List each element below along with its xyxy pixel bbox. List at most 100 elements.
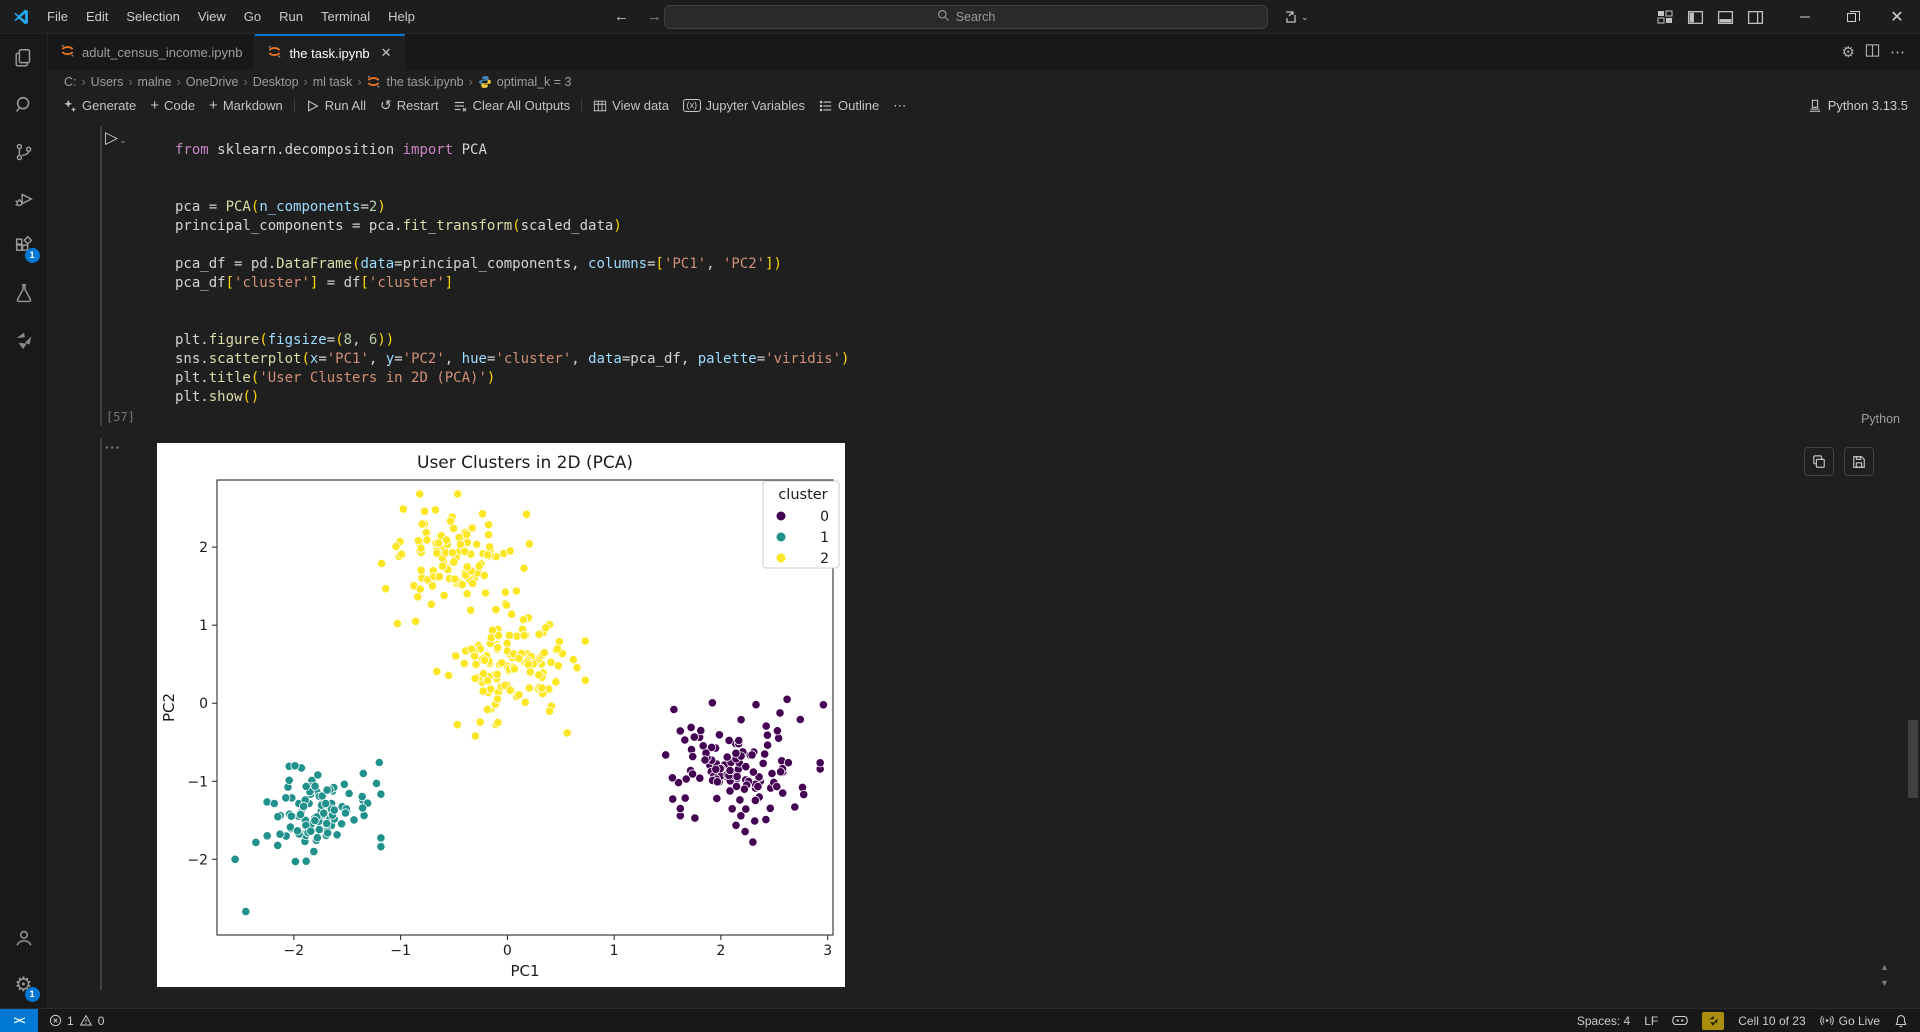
- cell-code-editor[interactable]: from sklearn.decomposition import PCA pc…: [175, 141, 849, 407]
- toolbar-icon: (x): [683, 99, 701, 112]
- toggle-primary-sidebar-icon[interactable]: [1682, 4, 1708, 30]
- code-line: plt.show(): [175, 389, 260, 405]
- toolbar-icon: +: [150, 97, 159, 114]
- toolbar-outline-button[interactable]: Outline: [812, 95, 886, 117]
- toolbar-more-actions-button[interactable]: ⋯: [886, 95, 913, 117]
- run-cell-button[interactable]: ▷ ⌄: [105, 128, 127, 148]
- breadcrumb-item[interactable]: OneDrive: [186, 75, 239, 89]
- search-input[interactable]: Search: [664, 5, 1268, 29]
- close-window-button[interactable]: ✕: [1874, 0, 1920, 34]
- breadcrumb-item[interactable]: the task.ipynb: [366, 74, 464, 89]
- save-output-button[interactable]: [1844, 447, 1874, 476]
- notebook-settings-icon[interactable]: ⚙: [1842, 43, 1855, 61]
- menu-edit[interactable]: Edit: [77, 0, 117, 34]
- vscode-window: File Edit Selection View Go Run Terminal Help ←…: [0, 0, 1920, 1032]
- toolbar-jupyter-variables-button[interactable]: (x) Jupyter Variables: [676, 95, 812, 117]
- toolbar-icon: [453, 99, 468, 113]
- close-tab-icon[interactable]: ✕: [381, 45, 392, 61]
- extensions-icon[interactable]: 1: [0, 222, 48, 269]
- svg-text:User Clusters in 2D (PCA): User Clusters in 2D (PCA): [417, 453, 633, 473]
- remote-indicator[interactable]: ><: [0, 1008, 38, 1032]
- toolbar-generate-button[interactable]: Generate: [56, 95, 143, 117]
- editor-scrollbar[interactable]: [1908, 720, 1918, 798]
- menu-view[interactable]: View: [189, 0, 235, 34]
- scroll-down-icon[interactable]: ▼: [1880, 978, 1889, 988]
- toolbar-run-all-button[interactable]: Run All: [299, 95, 373, 117]
- breadcrumb: C: › Users › malne › OneDrive › Desktop › ml task ›…: [48, 70, 1920, 93]
- toolbar-icon: [593, 99, 607, 113]
- toolbar-code-button[interactable]: + Code: [143, 95, 202, 117]
- menu-selection[interactable]: Selection: [117, 0, 188, 34]
- breadcrumb-item[interactable]: Desktop: [253, 75, 299, 89]
- extension-status-icon[interactable]: [1695, 1009, 1731, 1032]
- breadcrumb-item[interactable]: C:: [64, 75, 77, 89]
- toolbar-icon: [819, 99, 833, 113]
- accounts-icon[interactable]: [0, 914, 48, 961]
- tab-adult-census-income[interactable]: adult_census_income.ipynb: [48, 34, 256, 70]
- go-live-button[interactable]: Go Live: [1813, 1009, 1887, 1032]
- run-debug-icon[interactable]: [0, 175, 48, 222]
- kernel-picker[interactable]: Python 3.13.5: [1808, 93, 1908, 118]
- indentation-indicator[interactable]: Spaces: 4: [1570, 1009, 1637, 1032]
- breadcrumb-item[interactable]: ml task: [313, 75, 353, 89]
- navigate-forward-icon[interactable]: →: [647, 8, 662, 25]
- breadcrumb-item[interactable]: Users: [91, 75, 124, 89]
- svg-text:PC1: PC1: [510, 962, 539, 980]
- navigate-back-icon[interactable]: ←: [614, 8, 629, 25]
- scroll-up-icon[interactable]: ▲: [1880, 962, 1889, 972]
- toolbar-restart-button[interactable]: ↺ Restart: [373, 95, 446, 117]
- svg-text:2: 2: [199, 540, 208, 556]
- output-focus-bar: [100, 438, 102, 990]
- execution-count: [57]: [106, 410, 135, 424]
- copy-output-button[interactable]: [1804, 447, 1834, 476]
- toolbar-separator: [293, 98, 295, 113]
- notifications-bell-icon[interactable]: [1887, 1009, 1920, 1032]
- profile-sync-button[interactable]: ⌄: [1283, 0, 1309, 34]
- toolbar-clear-all-outputs-button[interactable]: Clear All Outputs: [446, 95, 578, 117]
- breadcrumb-separator: ›: [176, 74, 181, 89]
- menu-help[interactable]: Help: [379, 0, 424, 34]
- problems-indicator[interactable]: 1 0: [42, 1009, 111, 1032]
- svg-text:−1: −1: [187, 774, 208, 790]
- breadcrumb-separator: ›: [243, 74, 248, 89]
- cell-language-label[interactable]: Python: [1861, 412, 1900, 426]
- svg-text:0: 0: [503, 943, 512, 959]
- menu-file[interactable]: File: [38, 0, 77, 34]
- customize-layout-icon[interactable]: [1652, 4, 1678, 30]
- breadcrumb-separator: ›: [81, 74, 86, 89]
- toggle-panel-icon[interactable]: [1712, 4, 1738, 30]
- testing-icon[interactable]: [0, 269, 48, 316]
- toolbar-icon: ↺: [379, 97, 392, 113]
- source-control-icon[interactable]: [0, 128, 48, 175]
- breadcrumb-item[interactable]: optimal_k = 3: [478, 75, 572, 89]
- menu-go[interactable]: Go: [235, 0, 270, 34]
- breadcrumb-item[interactable]: malne: [138, 75, 172, 89]
- search-sidebar-icon[interactable]: [0, 81, 48, 128]
- more-actions-icon[interactable]: ⋯: [1890, 43, 1906, 61]
- code-line: pca = PCA(n_components=2): [175, 199, 386, 215]
- eol-indicator[interactable]: LF: [1637, 1009, 1665, 1032]
- menu-terminal[interactable]: Terminal: [312, 0, 379, 34]
- svg-text:1: 1: [610, 943, 619, 959]
- menu-run[interactable]: Run: [270, 0, 312, 34]
- toolbar-view-data-button[interactable]: View data: [586, 95, 676, 117]
- output-collapse-button[interactable]: ···: [105, 440, 121, 455]
- toggle-secondary-sidebar-icon[interactable]: [1742, 4, 1768, 30]
- copilot-icon[interactable]: [1665, 1009, 1695, 1032]
- split-editor-icon[interactable]: [1865, 43, 1880, 62]
- minimize-button[interactable]: [1782, 0, 1828, 34]
- notebook-toolbar: Generate + Code + Markdown Run All ↺ Restart Cle…: [48, 93, 1920, 118]
- explorer-icon[interactable]: [0, 34, 48, 81]
- toolbar-markdown-button[interactable]: + Markdown: [202, 95, 290, 117]
- tab-the-task[interactable]: the task.ipynb ✕: [255, 34, 405, 70]
- cell-indicator[interactable]: Cell 10 of 23: [1731, 1009, 1812, 1032]
- warning-count: 0: [97, 1013, 105, 1028]
- svg-text:0: 0: [199, 696, 208, 712]
- restore-button[interactable]: [1828, 0, 1874, 34]
- extension-extra-icon[interactable]: [0, 316, 48, 363]
- settings-gear-icon[interactable]: ⚙ 1: [0, 961, 48, 1008]
